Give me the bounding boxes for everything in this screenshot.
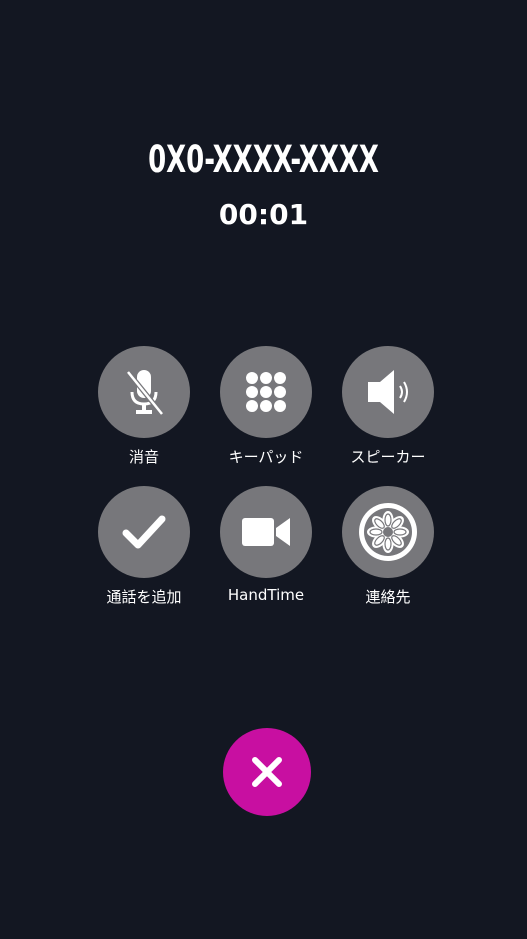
keypad-circle[interactable] (220, 346, 312, 438)
speaker-circle[interactable] (342, 346, 434, 438)
keypad-label: キーパッド (228, 448, 304, 466)
speaker-icon (368, 370, 408, 414)
add-call-label: 通話を追加 (106, 588, 182, 606)
mute-circle[interactable] (98, 346, 190, 438)
contacts-label: 連絡先 (365, 588, 411, 606)
handtime-button[interactable]: HandTime (201, 486, 331, 604)
contacts-circle[interactable] (342, 486, 434, 578)
contacts-flower-icon (359, 503, 417, 561)
keypad-button[interactable]: キーパッド (201, 346, 331, 467)
mic-off-icon (126, 370, 164, 416)
checkmark-icon (122, 515, 166, 549)
speaker-label: スピーカー (350, 448, 426, 466)
mute-button[interactable]: 消音 (79, 346, 209, 467)
add-call-button[interactable]: 通話を追加 (79, 486, 209, 607)
phone-number: 0X0-XXXX-XXXX (148, 138, 379, 181)
call-timer: 00:01 (218, 198, 309, 231)
handtime-circle[interactable] (220, 486, 312, 578)
contacts-button[interactable]: 連絡先 (323, 486, 453, 607)
keypad-icon (246, 372, 286, 412)
add-call-circle[interactable] (98, 486, 190, 578)
speaker-button[interactable]: スピーカー (323, 346, 453, 467)
close-icon (252, 757, 282, 787)
video-camera-icon (242, 518, 290, 546)
end-call-button[interactable] (223, 728, 311, 816)
handtime-label: HandTime (227, 586, 305, 604)
mute-label: 消音 (128, 448, 159, 466)
